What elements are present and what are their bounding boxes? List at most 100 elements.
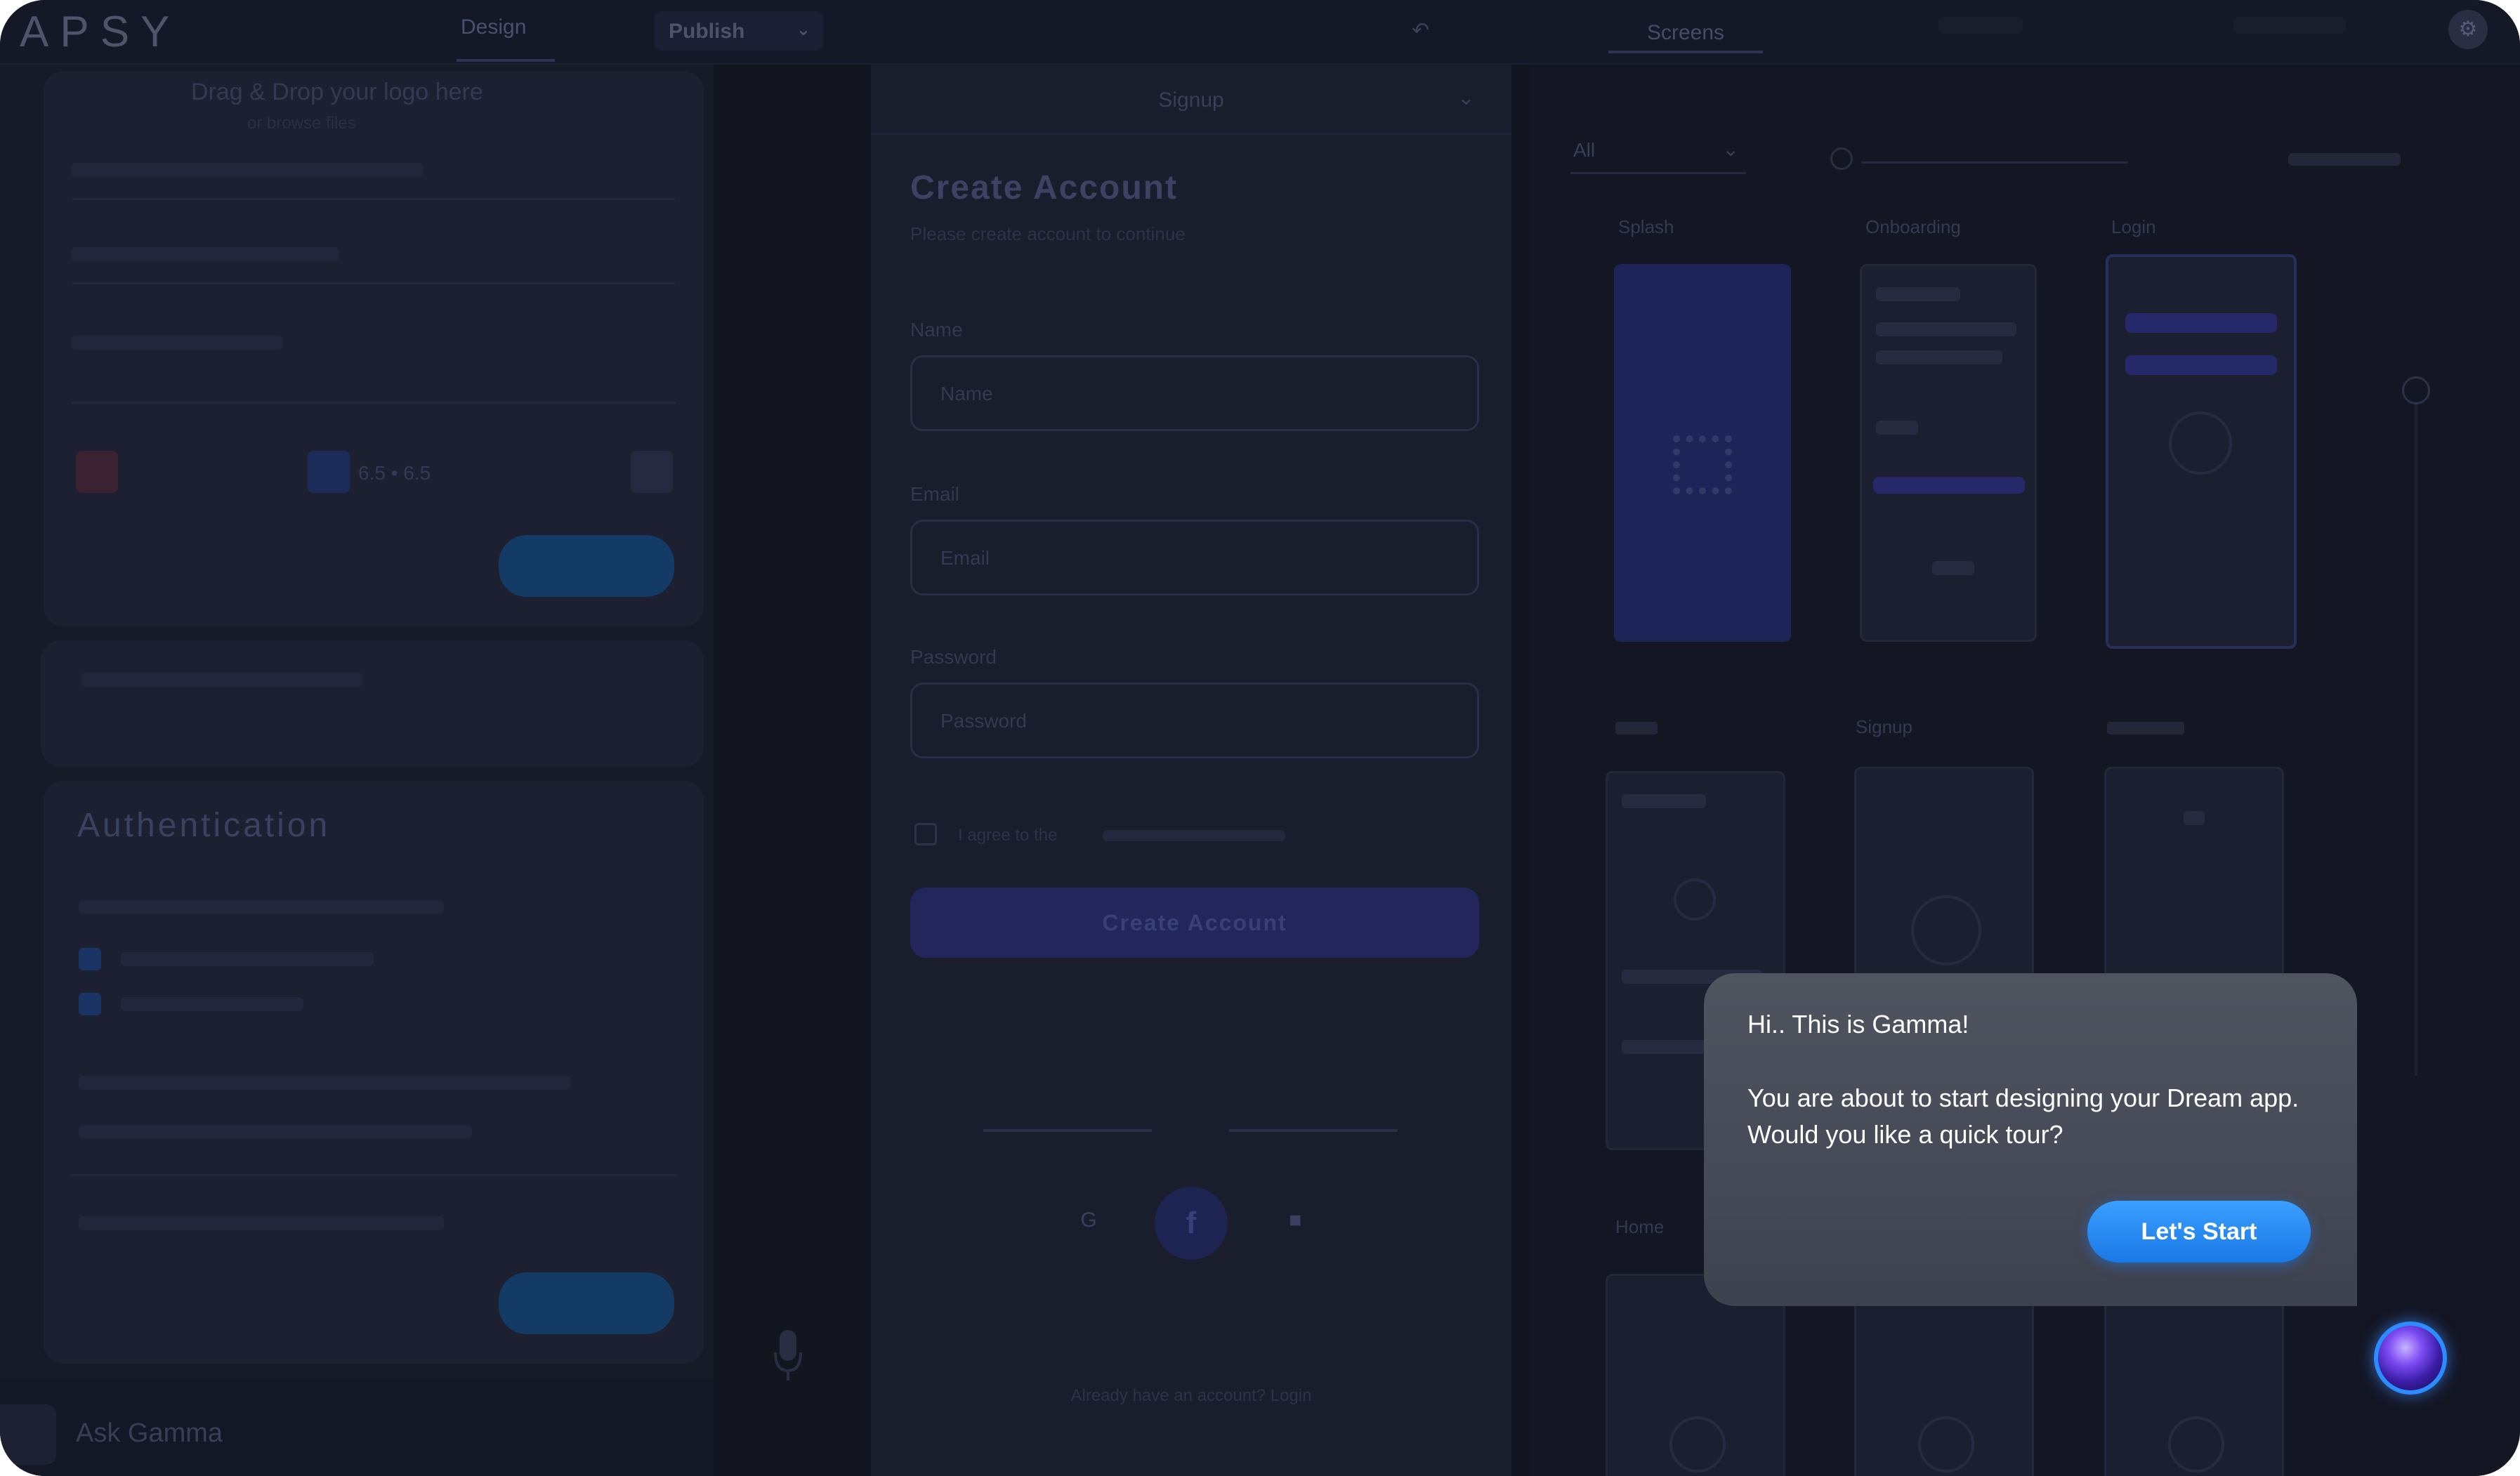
chevron-down-icon[interactable]: ⌄ <box>1457 86 1475 110</box>
screen-name: Signup <box>1158 88 1224 112</box>
tour-message: You are about to start designing your Dr… <box>1747 1083 2299 1149</box>
auth-note <box>79 1076 570 1090</box>
fingerprint-icon <box>1918 1416 1974 1472</box>
zoom-slider-thumb[interactable] <box>2402 376 2430 404</box>
google-icon[interactable]: G <box>1068 1199 1110 1241</box>
add-icon[interactable] <box>631 451 673 493</box>
email-label: Email <box>910 483 960 505</box>
thumb-bar <box>2125 313 2277 333</box>
fingerprint-icon <box>2169 411 2232 475</box>
auth-note <box>79 1216 444 1230</box>
section-title <box>81 673 362 687</box>
option-label <box>121 952 374 966</box>
preview-header: Signup ⌄ <box>871 65 1511 135</box>
screen-thumbnail-onboarding[interactable] <box>1860 264 2037 642</box>
authentication-title: Authentication <box>77 807 331 844</box>
upload-title: Drag & Drop your logo here <box>191 79 483 105</box>
zoom-slider-track[interactable] <box>2415 402 2417 1076</box>
divider <box>72 198 676 200</box>
auth-option-email[interactable] <box>79 947 430 972</box>
chevron-down-icon: ⌄ <box>1722 138 1739 160</box>
screen-label-login: Login <box>2111 216 2156 237</box>
tour-popup: Hi.. This is Gamma! You are about to sta… <box>1704 973 2357 1306</box>
tab-screens[interactable]: Screens <box>1608 14 1763 53</box>
divider <box>983 1129 1152 1132</box>
divider <box>72 1174 676 1176</box>
divider <box>72 402 676 404</box>
setting-text <box>72 163 423 177</box>
option-label <box>121 997 303 1011</box>
auth-option-social[interactable] <box>79 991 430 1017</box>
thumb-text <box>1876 322 2016 336</box>
font-size-icon[interactable] <box>308 451 350 493</box>
screen-filter-select[interactable]: All ⌄ <box>1570 132 1746 174</box>
thumb-text <box>1622 794 1706 808</box>
auth-description <box>79 900 444 914</box>
logo-upload-card: Drag & Drop your logo here or browse fil… <box>44 72 704 626</box>
color-swatch-icon[interactable] <box>76 451 118 493</box>
preview-panel: Signup ⌄ Create Account Please create ac… <box>871 65 1511 1476</box>
undo-icon[interactable]: ↶ <box>1412 18 1429 43</box>
fingerprint-icon <box>1669 1416 1726 1472</box>
email-field[interactable]: Email <box>910 520 1479 595</box>
thumb-bar <box>2125 355 2277 375</box>
upload-subtitle[interactable]: or browse files <box>247 114 356 133</box>
name-field[interactable]: Name <box>910 355 1479 431</box>
publish-label: Publish <box>669 20 745 43</box>
facebook-icon[interactable]: f <box>1155 1187 1228 1260</box>
app-window: APSY Design Publish ⌄ ↶ Screens ⚙ Drag &… <box>0 0 2520 1476</box>
screen-label-signup: Signup <box>1856 716 1912 737</box>
agree-checkbox[interactable] <box>914 823 937 845</box>
play-icon <box>2184 811 2205 825</box>
name-label: Name <box>910 319 963 341</box>
ask-gamma-bar[interactable]: Ask Gamma <box>0 1378 714 1476</box>
thumb-text <box>1876 350 2002 364</box>
tab-design[interactable]: Design <box>461 15 526 39</box>
screen-label-splash: Splash <box>1618 216 1674 237</box>
password-placeholder: Password <box>940 710 1027 732</box>
chevron-down-icon: ⌄ <box>796 20 811 39</box>
collapsed-section-card[interactable] <box>41 640 704 767</box>
screen-label <box>2107 722 2184 734</box>
apple-icon[interactable]: ■ <box>1274 1199 1316 1241</box>
thumb-icon <box>1674 878 1716 921</box>
publish-button[interactable]: Publish ⌄ <box>655 11 823 51</box>
tab-placeholder[interactable] <box>1938 17 2023 34</box>
checkbox[interactable] <box>79 993 101 1015</box>
create-account-title: Create Account <box>910 169 1178 206</box>
zoom-control[interactable] <box>2288 153 2401 166</box>
signin-text[interactable]: Already have an account? Login <box>871 1386 1511 1406</box>
gamma-logo-icon <box>0 1404 56 1465</box>
tab-active-indicator <box>457 59 555 62</box>
email-placeholder: Email <box>940 547 990 569</box>
create-account-button[interactable]: Create Account <box>910 888 1479 958</box>
screen-thumbnail-login[interactable] <box>2106 254 2297 649</box>
agree-text: I agree to the <box>958 826 1058 845</box>
assistant-orb-icon[interactable] <box>2374 1322 2447 1395</box>
screen-label <box>1615 722 1658 734</box>
save-button[interactable] <box>499 1272 674 1334</box>
fingerprint-icon <box>1911 895 1981 966</box>
terms-link[interactable] <box>1103 830 1285 841</box>
name-placeholder: Name <box>940 383 993 404</box>
left-panel: Drag & Drop your logo here or browse fil… <box>0 65 714 1476</box>
password-field[interactable]: Password <box>910 683 1479 758</box>
fingerprint-icon <box>2168 1416 2224 1472</box>
thumb-text <box>1876 421 1918 435</box>
lets-start-button[interactable]: Let's Start <box>2087 1201 2311 1263</box>
tour-title: Hi.. This is Gamma! <box>1747 1010 1969 1039</box>
setting-text <box>72 247 339 261</box>
tab-placeholder[interactable] <box>2233 17 2346 34</box>
qr-logo-icon <box>1673 435 1732 494</box>
create-account-subtitle: Please create account to continue <box>910 223 1186 244</box>
search-input[interactable] <box>1861 162 2128 164</box>
settings-icon[interactable]: ⚙ <box>2448 10 2488 49</box>
microphone-icon[interactable] <box>773 1327 803 1383</box>
screen-thumbnail-splash[interactable] <box>1614 264 1791 642</box>
checkbox[interactable] <box>79 948 101 970</box>
search-icon[interactable] <box>1830 147 1853 170</box>
app-logo: APSY <box>20 8 181 56</box>
apply-button[interactable] <box>499 535 674 597</box>
ask-gamma-label: Ask Gamma <box>76 1418 223 1448</box>
screen-label-onboarding: Onboarding <box>1865 216 1961 237</box>
